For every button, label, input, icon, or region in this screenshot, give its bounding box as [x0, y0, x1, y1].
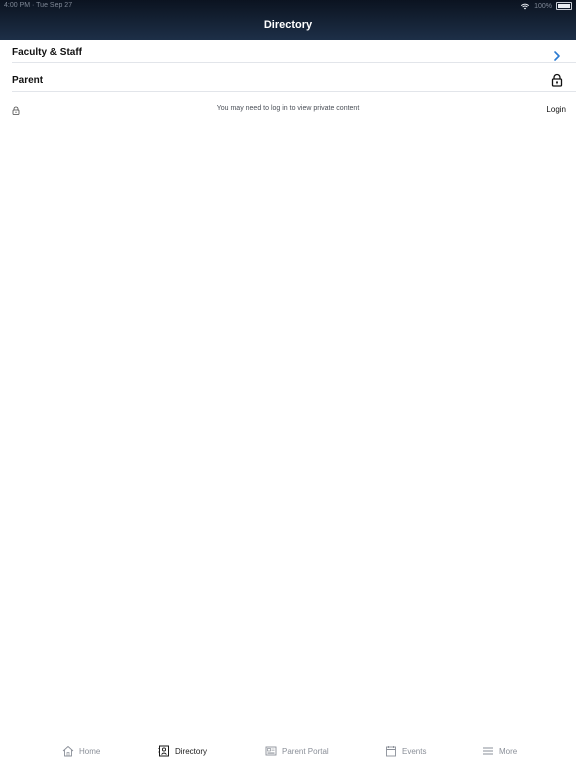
status-bar: 4:00 PM · Tue Sep 27 100%	[4, 2, 572, 12]
section-label-faculty-staff: Faculty & Staff	[12, 47, 83, 58]
tab-more[interactable]: More	[482, 743, 517, 759]
status-right: 100%	[520, 2, 572, 10]
tab-label-home: Home	[79, 746, 101, 756]
tab-parent-portal[interactable]: Parent Portal	[265, 743, 329, 759]
newspaper-icon	[265, 746, 277, 756]
login-button[interactable]: Login	[546, 105, 566, 114]
battery-icon	[556, 2, 572, 10]
directory-icon	[158, 745, 169, 757]
tab-bar: Home Directory Parent Portal Events More	[0, 732, 576, 768]
private-content-notice: You may need to log in to view private c…	[0, 104, 576, 118]
page-title: Directory	[263, 19, 313, 31]
divider	[12, 62, 576, 63]
section-label-parent: Parent	[12, 75, 44, 86]
tab-events[interactable]: Events	[385, 743, 426, 759]
battery-percent: 100%	[534, 2, 552, 10]
wifi-icon	[521, 3, 530, 9]
tab-label-parent-portal: Parent Portal	[282, 746, 329, 756]
lock-icon	[551, 73, 563, 87]
menu-icon	[483, 747, 493, 755]
calendar-icon	[386, 746, 396, 757]
section-faculty-staff[interactable]: Faculty & Staff	[0, 40, 576, 68]
tab-directory[interactable]: Directory	[158, 743, 207, 759]
private-content-message: You may need to log in to view private c…	[216, 105, 360, 112]
chevron-right-icon	[554, 51, 560, 61]
home-icon	[62, 746, 74, 757]
tab-home[interactable]: Home	[62, 743, 100, 759]
divider	[12, 91, 576, 92]
tab-label-more: More	[499, 746, 518, 756]
tab-label-directory: Directory	[175, 746, 208, 756]
status-time: 4:00 PM · Tue Sep 27	[4, 2, 73, 9]
header: 4:00 PM · Tue Sep 27 100% Directory	[0, 0, 576, 40]
tab-label-events: Events	[402, 746, 427, 756]
